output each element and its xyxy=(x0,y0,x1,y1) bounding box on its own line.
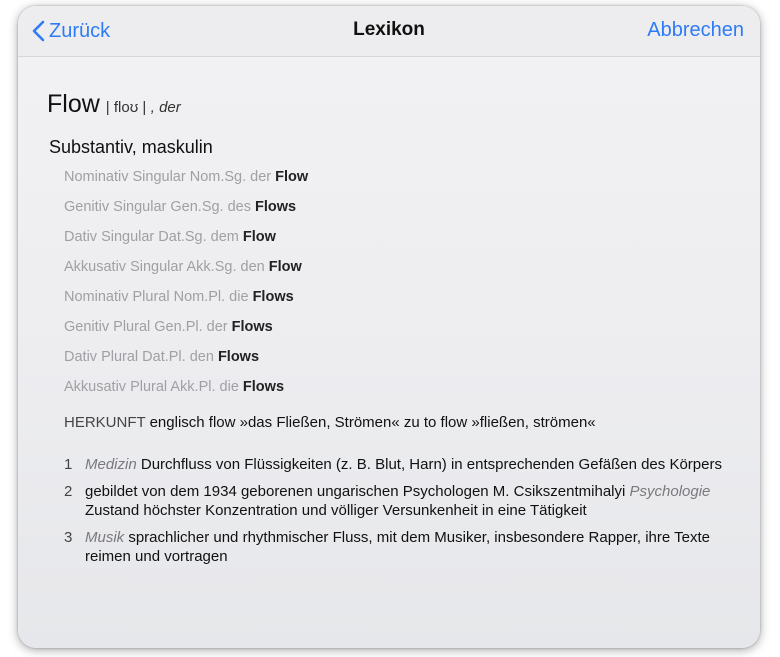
inflection-row: Genitiv Singular Gen.Sg. des Flows xyxy=(64,199,308,229)
inflection-form: Flows xyxy=(255,199,297,215)
sense-text-continued: Zustand höchster Konzentration und völli… xyxy=(85,502,587,519)
inflection-row: Akkusativ Singular Akk.Sg. den Flow xyxy=(64,259,308,289)
sense-number: 3 xyxy=(64,529,73,546)
inflection-label: Nominativ Plural Nom.Pl. die xyxy=(64,289,249,305)
sense-item: 3 Musik sprachlicher und rhythmischer Fl… xyxy=(64,528,744,566)
etymology-text: englisch flow »das Fließen, Strömen« zu … xyxy=(149,414,596,431)
sense-domain: Psychologie xyxy=(629,483,711,500)
inflection-form: Flows xyxy=(217,349,260,365)
inflection-label: Genitiv Plural Gen.Pl. der xyxy=(64,319,228,335)
inflection-row: Akkusativ Plural Akk.Pl. die Flows xyxy=(64,379,308,409)
dictionary-entry: Flow | floʊ | , der Substantiv, maskulin … xyxy=(18,57,760,648)
inflection-form: Flows xyxy=(231,319,273,335)
inflection-label: Genitiv Singular Gen.Sg. des xyxy=(64,199,251,215)
inflection-label: Akkusativ Singular Akk.Sg. den xyxy=(64,259,265,275)
grammatical-gender: , der xyxy=(150,99,181,116)
etymology-label: HERKUNFT xyxy=(64,414,146,431)
navigation-bar: Zurück Lexikon Abbrechen xyxy=(18,6,760,57)
inflection-form: Flows xyxy=(252,289,294,305)
cancel-button[interactable]: Abbrechen xyxy=(647,19,744,42)
sense-number: 2 xyxy=(64,483,73,500)
headword: Flow xyxy=(47,90,100,118)
sense-item: 2 gebildet von dem 1934 geborenen ungari… xyxy=(64,482,744,520)
inflection-label: Dativ Plural Dat.Pl. den xyxy=(64,349,214,365)
inflection-form: Flow xyxy=(242,229,276,245)
inflection-form: Flow xyxy=(275,169,309,185)
sense-text: Durchfluss von Flüssigkeiten (z. B. Blut… xyxy=(136,456,722,473)
inflection-form: Flows xyxy=(242,379,285,395)
sense-text: gebildet von dem 1934 geborenen ungarisc… xyxy=(85,483,630,500)
part-of-speech: Substantiv, maskulin xyxy=(49,137,213,157)
sense-list: 1 Medizin Durchfluss von Flüssigkeiten (… xyxy=(64,455,744,574)
inflection-row: Dativ Plural Dat.Pl. den Flows xyxy=(64,349,308,379)
inflection-label: Nominativ Singular Nom.Sg. der xyxy=(64,169,272,185)
sense-domain: Musik xyxy=(85,529,125,546)
inflection-form: Flow xyxy=(268,259,302,275)
inflection-row: Nominativ Singular Nom.Sg. der Flow xyxy=(64,169,308,199)
etymology: HERKUNFT englisch flow »das Fließen, Str… xyxy=(64,414,596,431)
headword-line: Flow | floʊ | , der xyxy=(47,90,181,119)
pronunciation: | floʊ | xyxy=(105,99,147,116)
inflection-row: Nominativ Plural Nom.Pl. die Flows xyxy=(64,289,308,319)
sense-text: sprachlicher und rhythmischer Fluss, mit… xyxy=(85,529,710,565)
lexikon-sheet: Zurück Lexikon Abbrechen Flow | floʊ | , … xyxy=(18,6,760,648)
sense-item: 1 Medizin Durchfluss von Flüssigkeiten (… xyxy=(64,455,744,474)
sense-domain: Medizin xyxy=(85,456,137,473)
inflection-label: Dativ Singular Dat.Sg. dem xyxy=(64,229,239,245)
inflection-row: Genitiv Plural Gen.Pl. der Flows xyxy=(64,319,308,349)
inflection-row: Dativ Singular Dat.Sg. dem Flow xyxy=(64,229,308,259)
inflection-list: Nominativ Singular Nom.Sg. der Flow Geni… xyxy=(64,169,308,409)
sense-number: 1 xyxy=(64,456,73,473)
inflection-label: Akkusativ Plural Akk.Pl. die xyxy=(64,379,239,395)
